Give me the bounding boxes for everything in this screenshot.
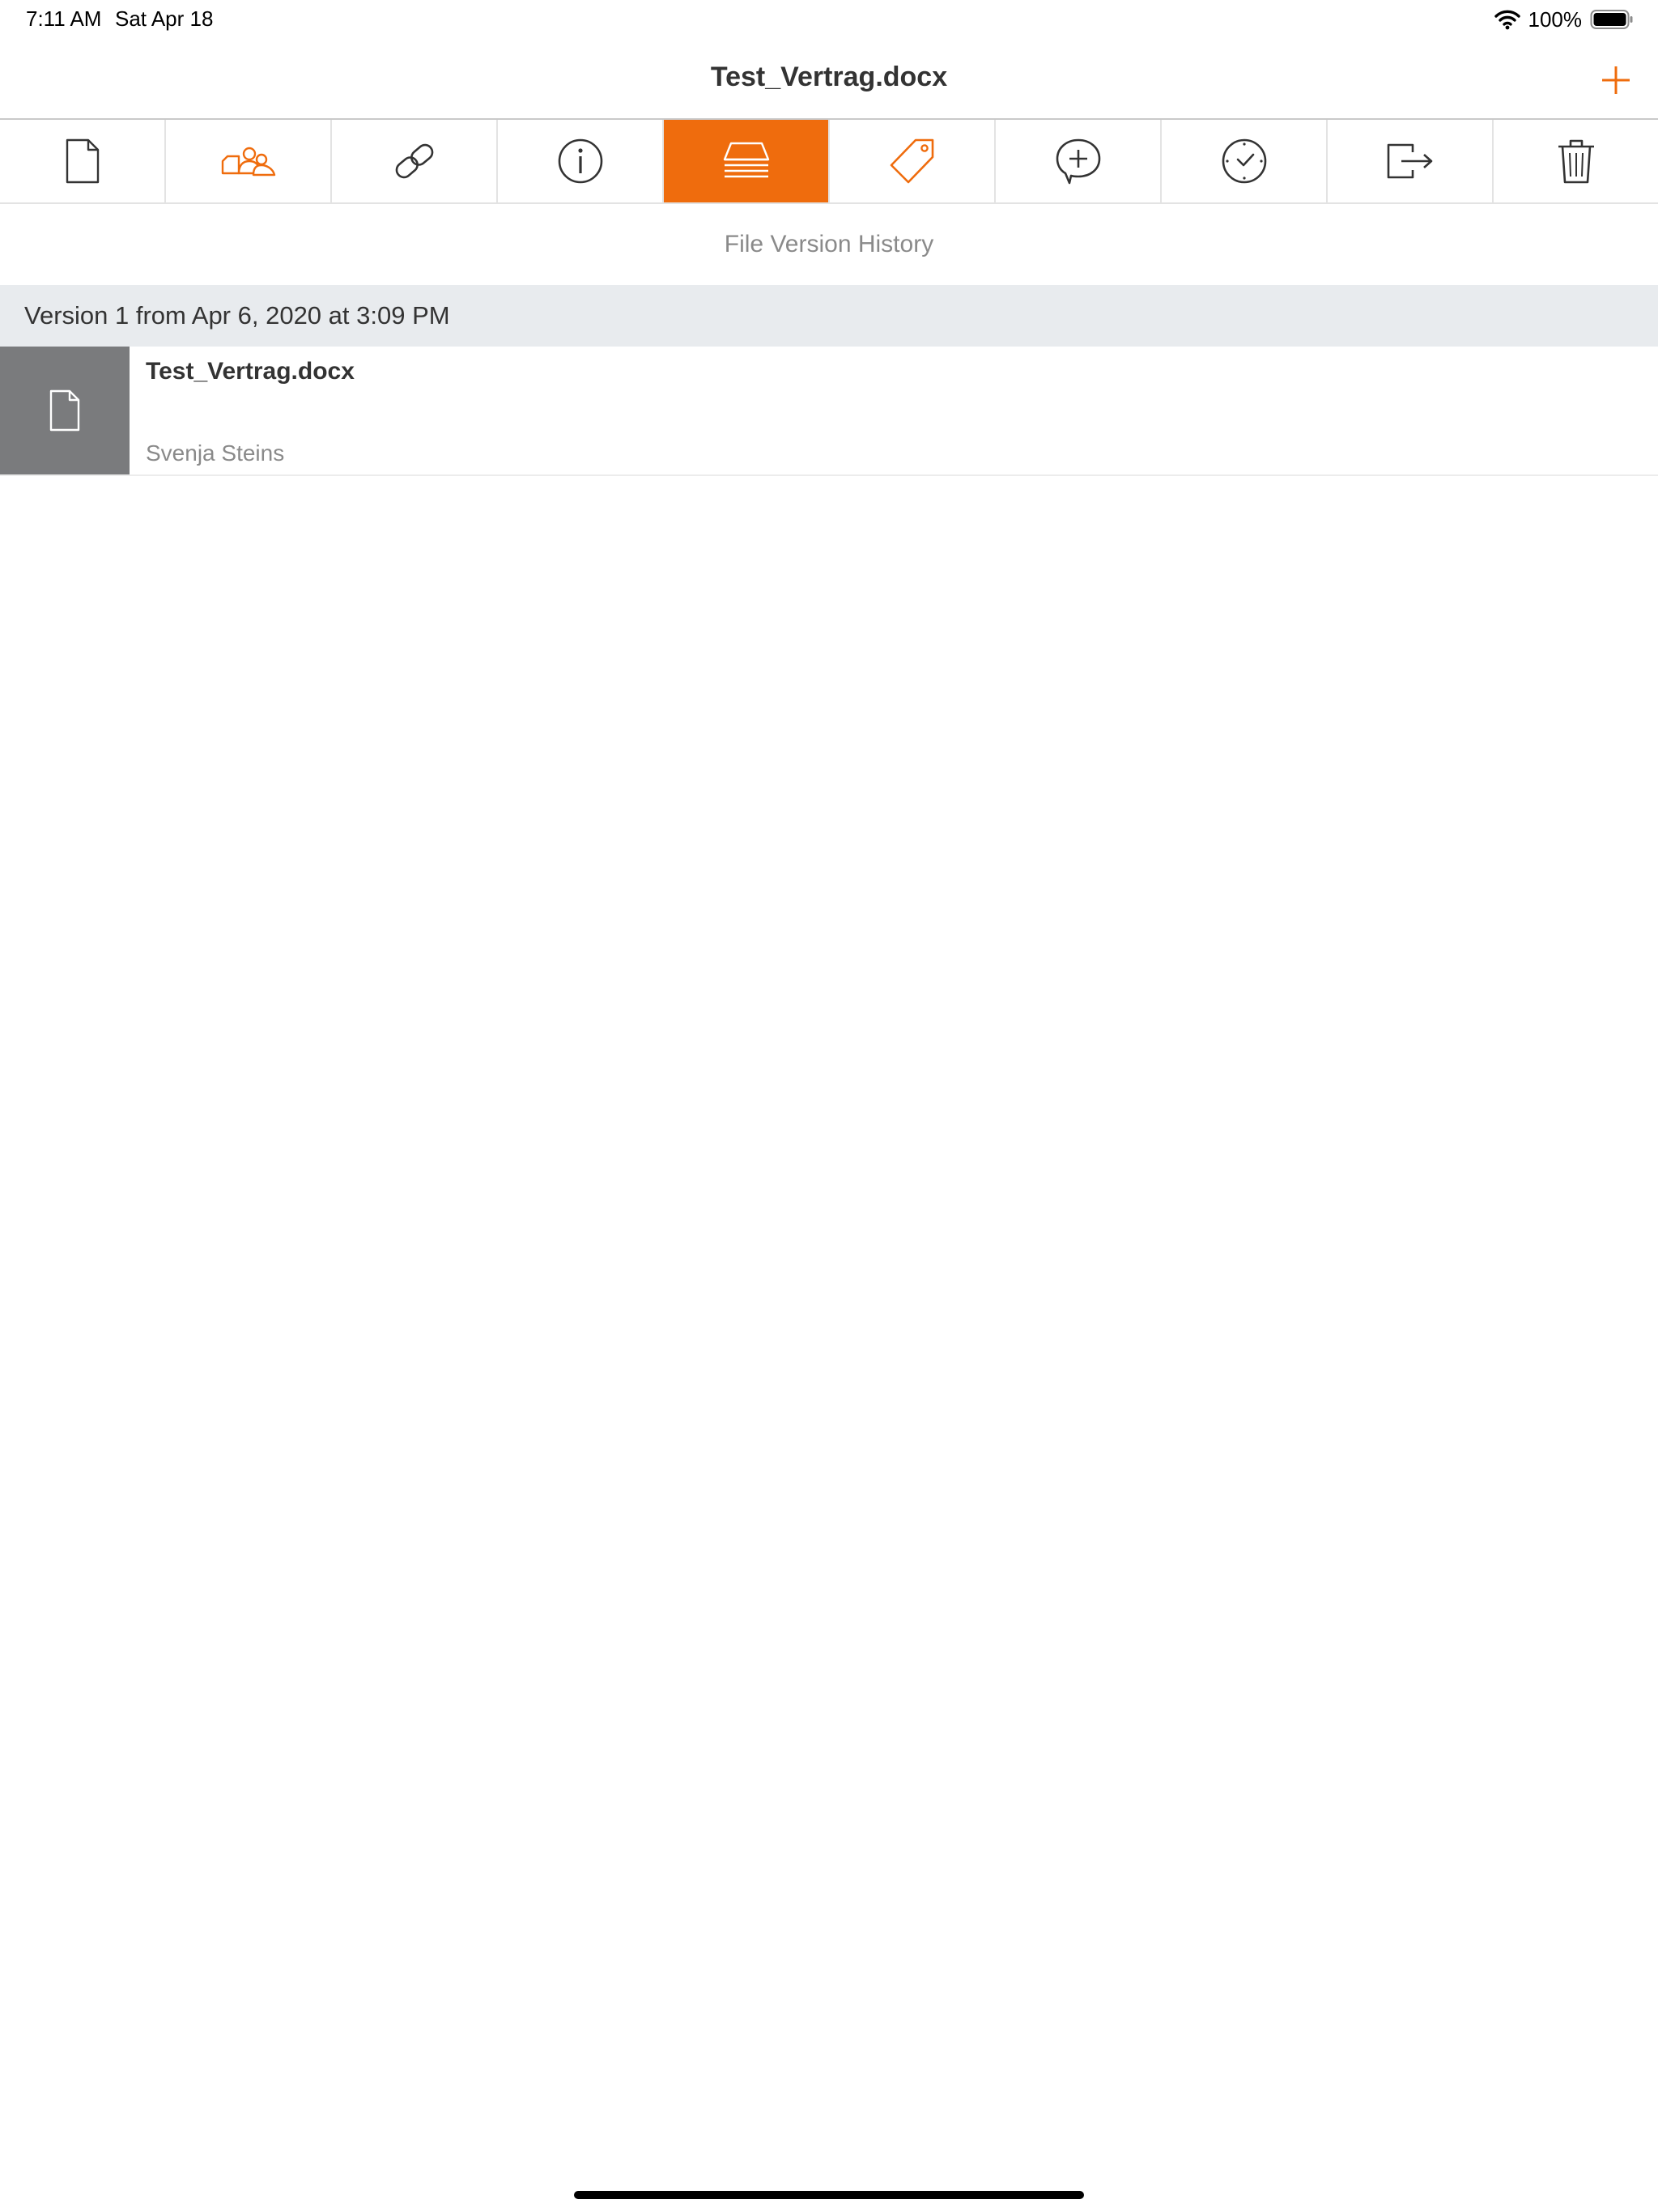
tab-share[interactable] xyxy=(166,120,332,202)
tab-tags[interactable] xyxy=(830,120,996,202)
clock-icon xyxy=(1222,138,1266,184)
link-icon xyxy=(395,143,433,179)
tab-version-history[interactable] xyxy=(664,120,830,202)
status-indicators: 100% xyxy=(1494,6,1635,32)
tab-delete[interactable] xyxy=(1494,120,1658,202)
add-comment-icon xyxy=(1056,138,1100,185)
tag-icon xyxy=(890,138,933,184)
version-header: Version 1 from Apr 6, 2020 at 3:09 PM xyxy=(0,285,1658,347)
tab-link[interactable] xyxy=(332,120,498,202)
status-date: Sat Apr 18 xyxy=(115,6,214,31)
file-action-toolbar xyxy=(0,120,1658,204)
status-time: 7:11 AM xyxy=(26,6,102,31)
page-title: Test_Vertrag.docx xyxy=(710,62,948,92)
move-icon xyxy=(1387,143,1432,179)
tab-activity[interactable] xyxy=(1162,120,1328,202)
status-bar: 7:11 AM Sat Apr 18 100% xyxy=(0,0,1658,39)
tab-info[interactable] xyxy=(498,120,664,202)
tab-preview[interactable] xyxy=(0,120,166,202)
version-stack-icon xyxy=(723,142,769,178)
file-author: Svenja Steins xyxy=(146,440,285,466)
battery-percent: 100% xyxy=(1528,6,1583,32)
home-indicator[interactable] xyxy=(574,2191,1084,2199)
file-name: Test_Vertrag.docx xyxy=(146,358,355,385)
navigation-bar: Test_Vertrag.docx xyxy=(0,39,1658,120)
share-users-icon xyxy=(221,147,275,177)
tab-comments[interactable] xyxy=(996,120,1162,202)
trash-icon xyxy=(1558,139,1594,184)
file-thumbnail xyxy=(0,347,130,474)
add-button[interactable] xyxy=(1593,57,1639,102)
wifi-icon xyxy=(1494,9,1520,30)
document-icon xyxy=(49,389,80,432)
section-caption: File Version History xyxy=(724,231,934,257)
battery-icon xyxy=(1590,9,1634,30)
tab-move[interactable] xyxy=(1328,120,1494,202)
info-icon xyxy=(558,138,602,184)
document-icon xyxy=(66,138,99,184)
version-file-row[interactable]: Test_Vertrag.docx Svenja Steins xyxy=(0,347,1658,476)
plus-icon xyxy=(1602,66,1630,94)
